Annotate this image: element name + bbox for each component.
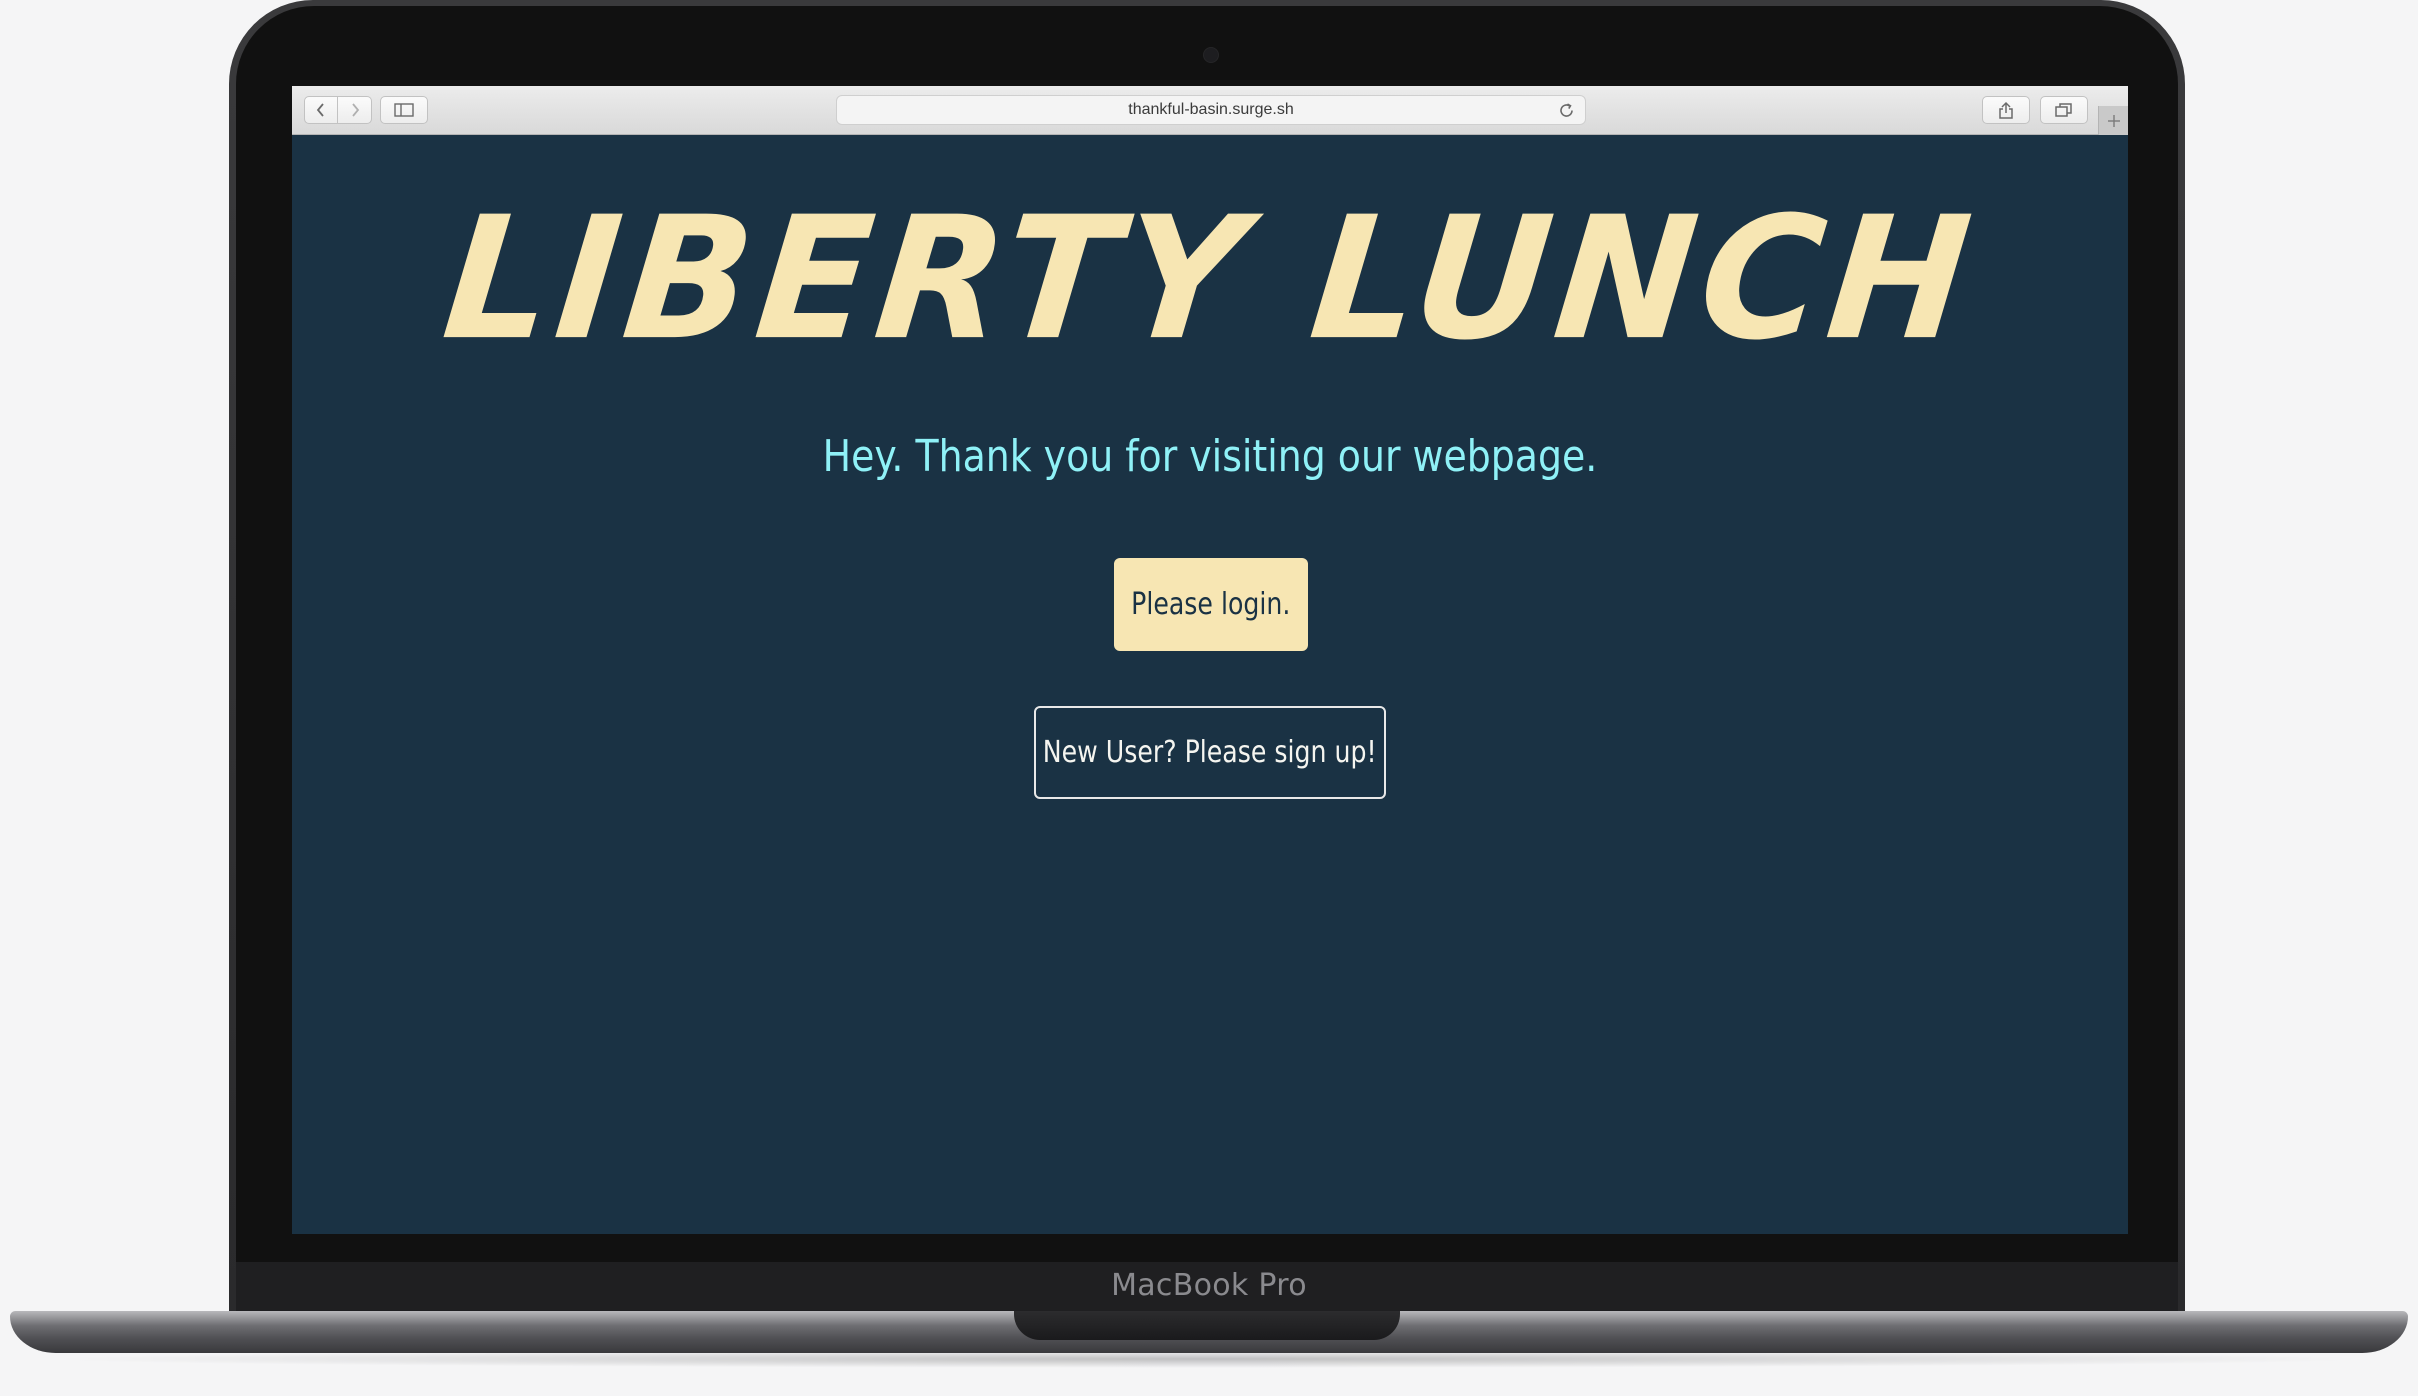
share-icon	[1999, 101, 2013, 119]
navigation-buttons	[304, 96, 372, 124]
share-button[interactable]	[1982, 96, 2030, 124]
tabs-overview-button[interactable]	[2040, 96, 2088, 124]
login-button-label: Please login.	[1131, 587, 1291, 622]
laptop-notch	[1014, 1311, 1400, 1340]
sidebar-icon	[394, 103, 414, 117]
web-page: LIBERTY LUNCH Hey. Thank you for visitin…	[292, 135, 2128, 1234]
back-button[interactable]	[304, 96, 338, 124]
tabs-icon	[2055, 103, 2072, 117]
new-tab-button[interactable]	[2098, 106, 2128, 135]
address-bar[interactable]: thankful-basin.surge.sh	[836, 95, 1586, 125]
sidebar-button[interactable]	[380, 96, 428, 124]
camera-icon	[1203, 47, 1219, 63]
signup-button-label: New User? Please sign up!	[1043, 735, 1377, 770]
reload-icon[interactable]	[1558, 102, 1575, 119]
login-button[interactable]: Please login.	[1114, 558, 1308, 651]
device-label: MacBook Pro	[1111, 1268, 1307, 1303]
tagline: Hey. Thank you for visiting our webpage.	[822, 431, 1598, 482]
signup-button[interactable]: New User? Please sign up!	[1034, 706, 1386, 799]
back-icon	[316, 103, 324, 117]
forward-button[interactable]	[338, 96, 372, 124]
new-tab-icon	[2107, 114, 2120, 127]
forward-icon	[351, 103, 359, 117]
browser-toolbar: thankful-basin.surge.sh	[292, 86, 2128, 135]
browser-window: thankful-basin.surge.sh LIBERTY LUNCH He…	[292, 86, 2128, 1234]
site-title: LIBERTY LUNCH	[435, 181, 1985, 378]
url-text: thankful-basin.surge.sh	[1128, 101, 1294, 118]
